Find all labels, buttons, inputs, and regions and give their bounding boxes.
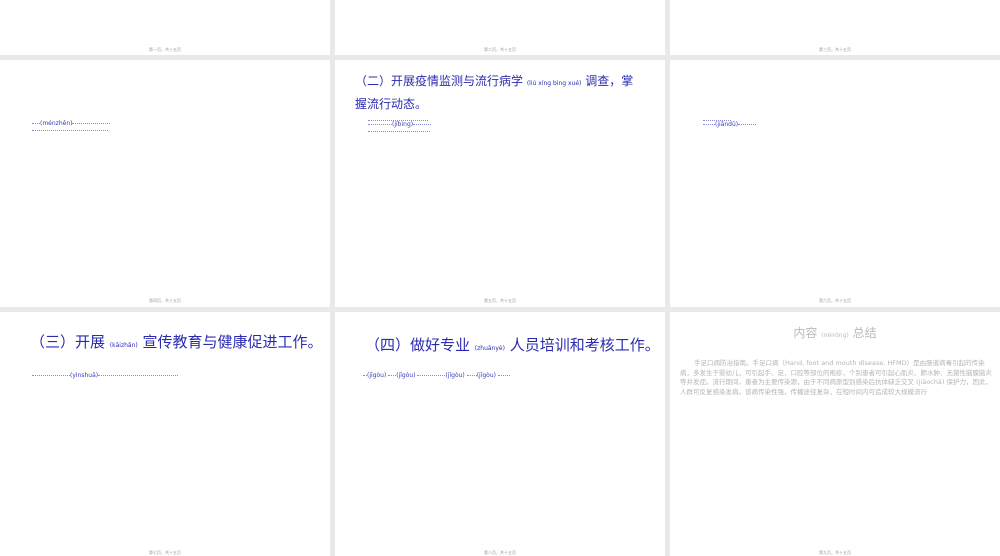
slide-thumbnail-8[interactable]: （四）做好专业 (zhuānyè) 人员培训和考核工作。 (jīgòu) (jī…: [335, 312, 665, 556]
slide-body-text: 手足口病防治指南。手足口病（Hand, foot and mouth disea…: [680, 359, 992, 396]
slide-footer: 第八页，共十五页: [484, 550, 516, 555]
slide-thumbnail-5[interactable]: （二）开展疫情监测与流行病学 (liú xíng bìng xué) 调查，掌握…: [335, 60, 665, 307]
slide-footer: 第二页，共十五页: [484, 47, 516, 52]
slide-footer: 第四页，共十五页: [149, 298, 181, 303]
slide-text: (ménzhěn): [32, 120, 111, 127]
slide-text: (yìnshuā): [32, 372, 179, 379]
slide-title: （二）开展疫情监测与流行病学 (liú xíng bìng xué) 调查，掌握…: [355, 74, 634, 111]
slide-text: (jiāndū): [703, 121, 757, 128]
slide-thumbnail-7[interactable]: （三）开展 (kāizhǎn) 宣传教育与健康促进工作。 (yìnshuā) 第…: [0, 312, 330, 556]
slide-thumbnail-1[interactable]: 第一页，共十五页: [0, 0, 330, 55]
slide-thumbnail-6[interactable]: (jiāndū) 第六页，共十五页: [670, 60, 1000, 307]
slide-footer: 第九页，共十五页: [819, 550, 851, 555]
slide-footer: 第六页，共十五页: [819, 298, 851, 303]
slide-thumbnail-9[interactable]: 内容 (nèiróng) 总结 手足口病防治指南。手足口病（Hand, foot…: [670, 312, 1000, 556]
slide-footer: 第五页，共十五页: [484, 298, 516, 303]
slide-title: （三）开展 (kāizhǎn) 宣传教育与健康促进工作。: [30, 333, 323, 351]
slide-title: 内容 (nèiróng) 总结: [793, 326, 877, 340]
slide-footer: 第三页，共十五页: [819, 47, 851, 52]
slide-thumbnail-2[interactable]: 第二页，共十五页: [335, 0, 665, 55]
slide-thumbnail-3[interactable]: 第三页，共十五页: [670, 0, 1000, 55]
slide-thumbnail-4[interactable]: (ménzhěn) 第四页，共十五页: [0, 60, 330, 307]
slide-title: （四）做好专业 (zhuānyè) 人员培训和考核工作。: [365, 336, 660, 354]
slide-footer: 第七页，共十五页: [149, 550, 181, 555]
slide-text: (jíbìng): [368, 121, 432, 128]
slide-footer: 第一页，共十五页: [149, 47, 181, 52]
slide-text: (jīgòu) (jīgòu) (jīgòu) (jīgòu): [363, 372, 510, 379]
pinyin-annotation: (ménzhěn): [40, 120, 73, 127]
